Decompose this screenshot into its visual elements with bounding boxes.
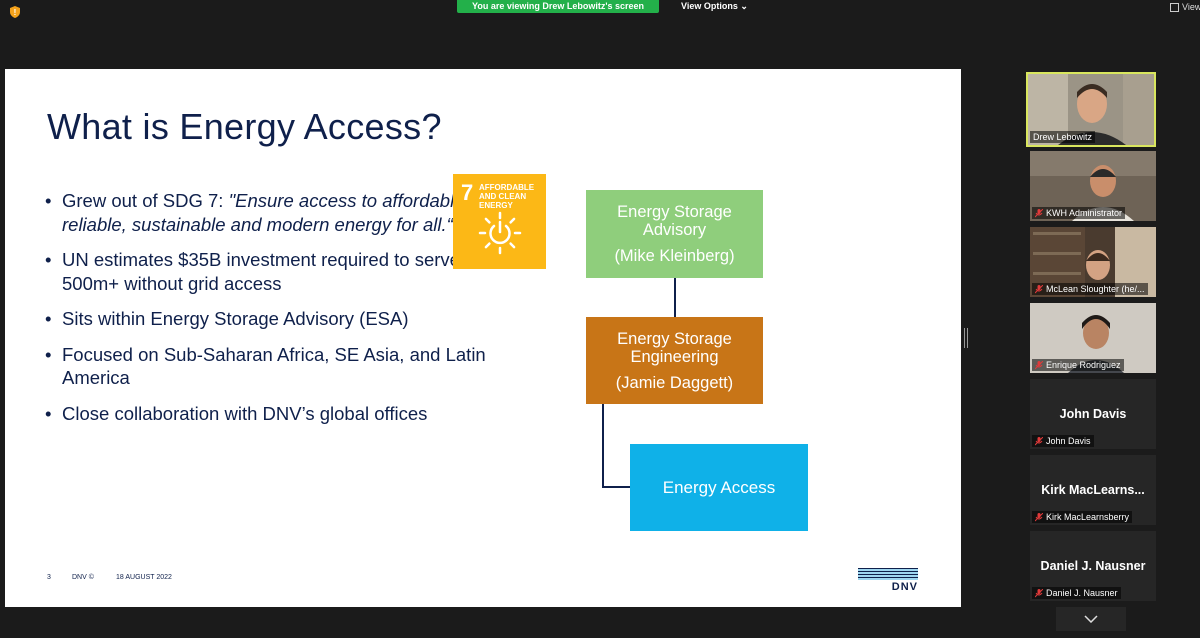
dnv-logo: DNV [858, 568, 918, 594]
shared-slide: What is Energy Access? Grew out of SDG 7… [5, 69, 961, 607]
org-box-energy-storage-engineering: Energy Storage Engineering (Jamie Dagget… [586, 317, 763, 404]
participant-name: McLean Sloughter (he/... [1046, 284, 1145, 294]
bullet-text: Close collaboration with DNV’s global of… [62, 402, 428, 424]
participant-name-label: Drew Lebowitz [1030, 131, 1096, 143]
bullet-list: Grew out of SDG 7: "Ensure access to aff… [45, 189, 505, 437]
participant-name: Drew Lebowitz [1033, 132, 1093, 142]
org-box-energy-storage-advisory: Energy Storage Advisory (Mike Kleinberg) [586, 190, 763, 278]
bullet-item: Close collaboration with DNV’s global of… [45, 402, 505, 426]
participant-tile[interactable]: Enrique Rodriguez [1030, 303, 1156, 373]
org-connector [602, 486, 630, 488]
participant-tile[interactable]: Kirk MacLearns... Kirk MacLearnsberry [1030, 455, 1156, 525]
viewing-screen-banner: You are viewing Drew Lebowitz's screen [457, 0, 659, 13]
org-box-title: Energy Access [662, 477, 776, 497]
participant-display-name: Kirk MacLearns... [1041, 483, 1145, 497]
participant-name: Kirk MacLearnsberry [1046, 512, 1130, 522]
participant-name-label: Daniel J. Nausner [1032, 587, 1121, 599]
participant-name: KWH Administrator [1046, 208, 1123, 218]
participant-display-name: Daniel J. Nausner [1040, 559, 1146, 573]
participant-name-label: John Davis [1032, 435, 1094, 447]
participant-name-label: McLean Sloughter (he/... [1032, 283, 1148, 295]
muted-mic-icon [1035, 360, 1043, 369]
chevron-down-icon [1084, 615, 1098, 623]
participant-name-label: Kirk MacLearnsberry [1032, 511, 1133, 523]
power-sun-icon [478, 211, 522, 255]
participant-tile[interactable]: KWH Administrator [1030, 151, 1156, 221]
participant-display-name: John Davis [1059, 407, 1127, 421]
bullet-text: Focused on Sub-Saharan Africa, SE Asia, … [62, 343, 486, 389]
bullet-item: UN estimates $35B investment required to… [45, 248, 505, 295]
participant-name: John Davis [1046, 436, 1091, 446]
org-box-person: (Jamie Daggett) [615, 373, 734, 392]
dnv-logo-text: DNV [891, 581, 918, 593]
participant-tile[interactable]: Daniel J. Nausner Daniel J. Nausner [1030, 531, 1156, 601]
view-layout-label: View [1182, 2, 1200, 12]
slide-brand: DNV © [72, 574, 94, 581]
svg-text:!: ! [14, 8, 17, 17]
bullet-item: Grew out of SDG 7: "Ensure access to aff… [45, 189, 505, 236]
dnv-logo-stripes [858, 568, 918, 580]
bullet-item: Sits within Energy Storage Advisory (ESA… [45, 307, 505, 331]
panel-resize-handle[interactable] [964, 328, 968, 348]
bullet-item: Focused on Sub-Saharan Africa, SE Asia, … [45, 343, 505, 390]
org-box-person: (Mike Kleinberg) [614, 247, 735, 265]
muted-mic-icon [1035, 512, 1043, 521]
org-connector [674, 278, 676, 317]
grid-view-icon [1170, 2, 1179, 12]
bullet-text: Grew out of SDG 7: [62, 190, 229, 211]
sdg-number: 7 [461, 180, 474, 205]
scroll-participants-down-button[interactable] [1056, 607, 1126, 631]
participant-tile-active-speaker[interactable]: Drew Lebowitz [1026, 72, 1156, 147]
participant-tile[interactable]: McLean Sloughter (he/... [1030, 227, 1156, 297]
muted-mic-icon [1035, 436, 1043, 445]
org-box-energy-access: Energy Access [630, 444, 808, 531]
participant-name-label: KWH Administrator [1032, 207, 1126, 219]
muted-mic-icon [1035, 588, 1043, 597]
org-box-title: Energy Storage Engineering [617, 329, 732, 366]
slide-title: What is Energy Access? [47, 106, 442, 147]
security-shield-icon[interactable]: ! [8, 5, 22, 19]
participant-name: Daniel J. Nausner [1046, 588, 1118, 598]
muted-mic-icon [1035, 284, 1043, 293]
org-connector [602, 404, 604, 488]
participant-name: Enrique Rodriguez [1046, 360, 1121, 370]
org-box-title: Energy Storage Advisory [617, 203, 732, 239]
sdg7-badge: 7 AFFORDABLE AND CLEAN ENERGY [453, 174, 546, 269]
participant-tile[interactable]: John Davis John Davis [1030, 379, 1156, 449]
participant-name-label: Enrique Rodriguez [1032, 359, 1124, 371]
muted-mic-icon [1035, 208, 1043, 217]
sdg-label: AFFORDABLE AND CLEAN ENERGY [479, 183, 535, 210]
slide-date: 18 AUGUST 2022 [116, 574, 172, 581]
view-options-button[interactable]: View Options ⌄ [681, 0, 748, 13]
slide-page-number: 3 [47, 574, 51, 581]
bullet-text: UN estimates $35B investment required to… [62, 249, 491, 294]
bullet-text: Sits within Energy Storage Advisory (ESA… [62, 308, 409, 329]
view-layout-button[interactable]: View [1170, 2, 1200, 12]
view-options-label: View Options [681, 1, 738, 11]
chevron-down-icon: ⌄ [740, 1, 748, 11]
